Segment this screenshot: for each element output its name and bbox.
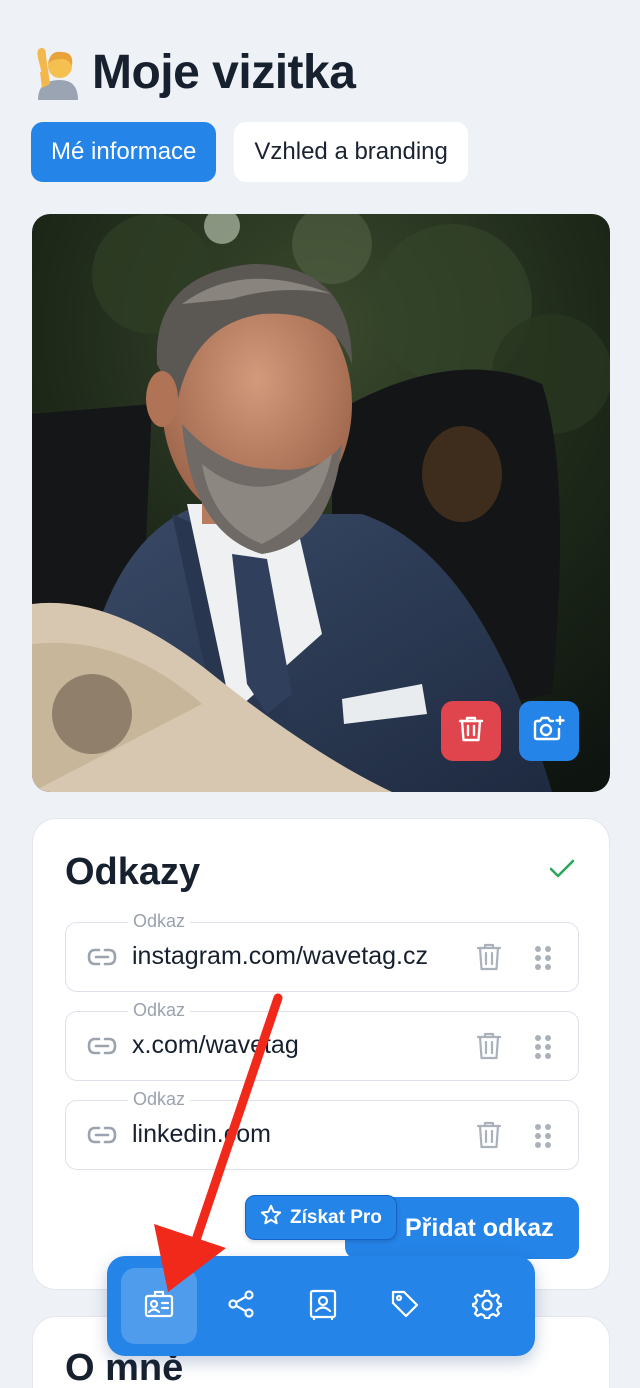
link-input[interactable]: instagram.com/wavetag.cz <box>132 942 428 971</box>
tab-appearance-branding[interactable]: Vzhled a branding <box>234 122 468 182</box>
drag-handle-icon[interactable] <box>534 945 552 976</box>
contact-card-icon <box>308 1288 338 1325</box>
nav-settings[interactable] <box>449 1268 525 1344</box>
page-header: Moje vizitka <box>32 44 356 100</box>
delete-link-trash-icon[interactable] <box>476 942 502 977</box>
camera-plus-icon <box>533 715 565 748</box>
trash-icon <box>458 715 484 748</box>
link-input[interactable]: linkedin.com <box>132 1120 271 1149</box>
tag-icon <box>390 1289 420 1324</box>
link-icon <box>86 945 118 974</box>
page-title: Moje vizitka <box>92 45 356 99</box>
drag-handle-icon[interactable] <box>534 1123 552 1154</box>
delete-link-trash-icon[interactable] <box>476 1120 502 1155</box>
link-row: Odkaz linkedin.com <box>65 1089 579 1170</box>
check-icon <box>548 857 576 886</box>
gear-icon <box>471 1289 503 1324</box>
star-icon <box>260 1204 282 1232</box>
link-icon <box>86 1123 118 1152</box>
link-field-label: Odkaz <box>128 1089 191 1110</box>
link-field-label: Odkaz <box>128 1000 191 1021</box>
drag-handle-icon[interactable] <box>534 1034 552 1065</box>
share-icon <box>226 1289 256 1324</box>
tab-my-info[interactable]: Mé informace <box>31 122 217 182</box>
tab-bar: Mé informace Vzhled a branding <box>31 122 468 182</box>
profile-photo[interactable] <box>32 214 610 792</box>
get-pro-badge[interactable]: Získat Pro <box>245 1195 397 1240</box>
replace-photo-button[interactable] <box>519 701 579 761</box>
delete-photo-button[interactable] <box>441 701 501 761</box>
delete-link-trash-icon[interactable] <box>476 1031 502 1066</box>
nav-tags[interactable] <box>367 1268 443 1344</box>
nav-my-card[interactable] <box>121 1268 197 1344</box>
get-pro-label: Získat Pro <box>290 1206 382 1228</box>
nav-contacts[interactable] <box>285 1268 361 1344</box>
id-card-icon <box>143 1289 175 1324</box>
links-title: Odkazy <box>65 851 201 893</box>
bottom-navigation <box>107 1256 535 1356</box>
link-row: Odkaz instagram.com/wavetag.cz <box>65 911 579 992</box>
link-input[interactable]: x.com/wavetag <box>132 1031 299 1060</box>
link-field-label: Odkaz <box>128 911 191 932</box>
link-row: Odkaz x.com/wavetag <box>65 1000 579 1081</box>
person-raising-hand-emoji-icon <box>32 44 80 100</box>
link-icon <box>86 1034 118 1063</box>
nav-share[interactable] <box>203 1268 279 1344</box>
